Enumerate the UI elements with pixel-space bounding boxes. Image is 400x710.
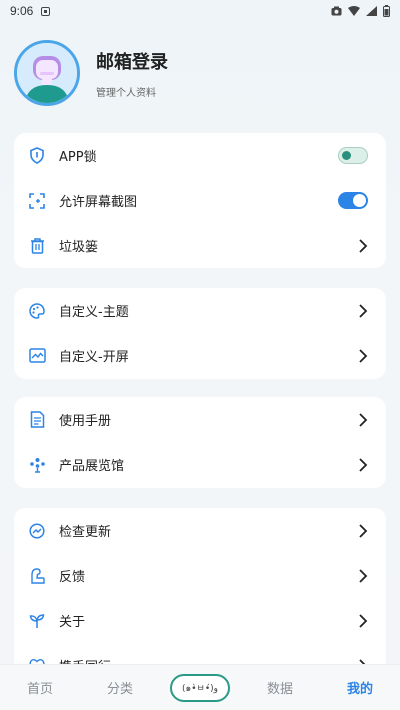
user-manual-label: 使用手册 — [59, 414, 112, 429]
battery-icon — [383, 5, 390, 17]
splash-icon — [28, 347, 46, 365]
trash-icon — [28, 237, 46, 255]
allow-screenshot-label: 允许屏幕截图 — [59, 195, 138, 210]
chevron-right-icon — [359, 412, 368, 427]
avatar-illustration — [17, 43, 77, 103]
nav-center-button[interactable]: (๑•̀ㅂ•́)و — [170, 673, 230, 702]
settings-group-security: APP锁 允许屏幕截图 垃圾篓 — [14, 133, 386, 268]
wifi-icon — [348, 6, 360, 16]
row-app-lock[interactable]: APP锁 — [14, 133, 386, 178]
shield-icon — [28, 147, 46, 165]
custom-splash-label: 自定义-开屏 — [59, 350, 129, 365]
chevron-right-icon — [359, 613, 368, 628]
profile-subtitle: 管理个人资料 — [96, 87, 156, 99]
notification-icon — [41, 6, 51, 16]
avatar[interactable] — [14, 40, 80, 106]
trash-label: 垃圾篓 — [59, 240, 99, 255]
sprout-icon — [28, 612, 46, 630]
chevron-right-icon — [359, 457, 368, 472]
signal-icon — [366, 6, 377, 16]
about-label: 关于 — [59, 615, 86, 630]
status-bar: 9:06 — [0, 0, 400, 22]
app-lock-label: APP锁 — [59, 150, 97, 165]
feedback-icon — [28, 567, 46, 585]
bottom-nav: 首页 分类 (๑•̀ㅂ•́)و 数据 我的 — [0, 664, 400, 710]
row-custom-theme[interactable]: 自定义-主题 — [14, 288, 386, 333]
feedback-label: 反馈 — [59, 570, 86, 585]
camera-icon — [331, 6, 342, 16]
chevron-right-icon — [359, 348, 368, 363]
screenshot-icon — [28, 192, 46, 210]
row-check-update[interactable]: 检查更新 — [14, 508, 386, 553]
gallery-icon — [28, 456, 46, 474]
settings-group-help: 使用手册 产品展览馆 — [14, 397, 386, 488]
status-time: 9:06 — [10, 4, 34, 18]
row-user-manual[interactable]: 使用手册 — [14, 397, 386, 442]
nav-home[interactable]: 首页 — [0, 678, 80, 697]
nav-mine[interactable]: 我的 — [320, 678, 400, 697]
nav-category[interactable]: 分类 — [80, 678, 160, 697]
profile-title: 邮箱登录 — [96, 51, 168, 73]
row-about[interactable]: 关于 — [14, 598, 386, 643]
settings-group-about: 检查更新 反馈 关于 携手同行 — [14, 508, 386, 688]
chevron-right-icon — [359, 568, 368, 583]
status-icons — [331, 5, 390, 17]
profile-header[interactable]: 邮箱登录 管理个人资料 — [14, 40, 386, 106]
custom-theme-label: 自定义-主题 — [59, 305, 129, 320]
update-icon — [28, 522, 46, 540]
row-allow-screenshot[interactable]: 允许屏幕截图 — [14, 178, 386, 223]
row-custom-splash[interactable]: 自定义-开屏 — [14, 333, 386, 378]
chevron-right-icon — [359, 238, 368, 253]
product-gallery-label: 产品展览馆 — [59, 459, 125, 474]
chevron-right-icon — [359, 303, 368, 318]
settings-group-customize: 自定义-主题 自定义-开屏 — [14, 288, 386, 379]
palette-icon — [28, 302, 46, 320]
allow-screenshot-toggle[interactable] — [338, 192, 368, 209]
manual-icon — [28, 411, 46, 429]
nav-center-wrap: (๑•̀ㅂ•́)و — [160, 673, 240, 702]
chevron-right-icon — [359, 523, 368, 538]
row-trash[interactable]: 垃圾篓 — [14, 223, 386, 268]
check-update-label: 检查更新 — [59, 525, 112, 540]
row-feedback[interactable]: 反馈 — [14, 553, 386, 598]
nav-data[interactable]: 数据 — [240, 678, 320, 697]
app-lock-toggle[interactable] — [338, 147, 368, 164]
row-product-gallery[interactable]: 产品展览馆 — [14, 442, 386, 487]
